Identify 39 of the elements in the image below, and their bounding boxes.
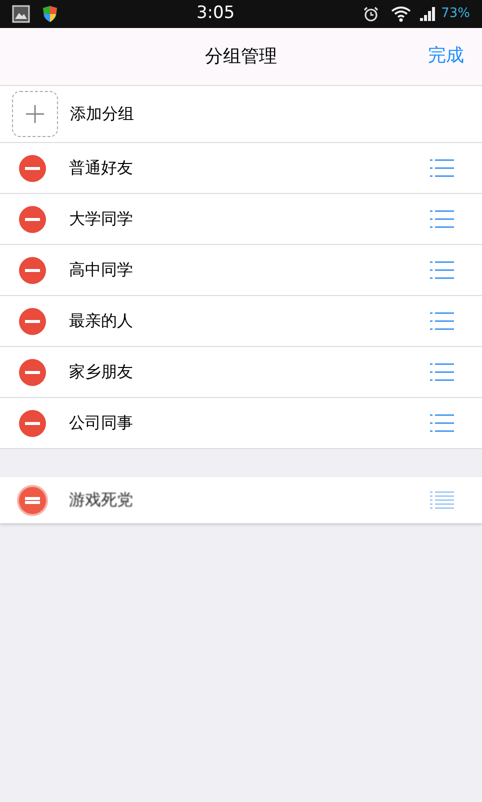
reorder-icon[interactable] — [430, 311, 454, 331]
group-name: 高中同学 — [69, 259, 134, 281]
add-group-label: 添加分组 — [70, 103, 134, 125]
group-row[interactable]: 大学同学 — [0, 194, 482, 245]
group-name: 公司同事 — [69, 412, 134, 434]
delete-icon[interactable] — [19, 486, 46, 514]
group-row[interactable]: 游戏死党 — [0, 477, 482, 524]
delete-icon[interactable] — [19, 410, 46, 436]
wifi-icon — [391, 6, 412, 22]
group-name: 最亲的人 — [69, 310, 134, 332]
delete-icon[interactable] — [19, 154, 46, 182]
reorder-icon[interactable] — [430, 158, 454, 178]
clock-time: 3:05 — [196, 2, 235, 26]
shield-icon — [42, 5, 58, 23]
group-row[interactable]: 最亲的人 — [0, 296, 482, 347]
group-name: 普通好友 — [69, 157, 134, 179]
signal-icon — [419, 6, 438, 22]
reorder-icon[interactable] — [430, 490, 454, 510]
delete-icon[interactable] — [19, 256, 46, 284]
battery-percent: 73% — [441, 5, 470, 24]
reorder-icon[interactable] — [430, 260, 454, 280]
group-row[interactable]: 公司同事 — [0, 398, 482, 449]
delete-icon[interactable] — [19, 358, 46, 386]
delete-icon[interactable] — [19, 308, 46, 334]
group-row[interactable]: 普通好友 — [0, 143, 482, 194]
image-icon — [12, 5, 30, 23]
group-name: 游戏死党 — [69, 489, 134, 511]
reorder-icon[interactable] — [430, 362, 454, 382]
reorder-icon[interactable] — [430, 209, 454, 229]
alarm-icon — [363, 6, 380, 22]
add-group-button[interactable] — [12, 91, 58, 137]
group-row[interactable]: 家乡朋友 — [0, 347, 482, 398]
delete-icon[interactable] — [19, 206, 46, 232]
plus-icon — [26, 105, 44, 123]
group-name: 家乡朋友 — [69, 361, 134, 383]
reorder-icon[interactable] — [430, 413, 454, 433]
group-row[interactable]: 高中同学 — [0, 245, 482, 296]
page-title: 分组管理 — [205, 45, 277, 69]
group-name: 大学同学 — [69, 208, 134, 230]
